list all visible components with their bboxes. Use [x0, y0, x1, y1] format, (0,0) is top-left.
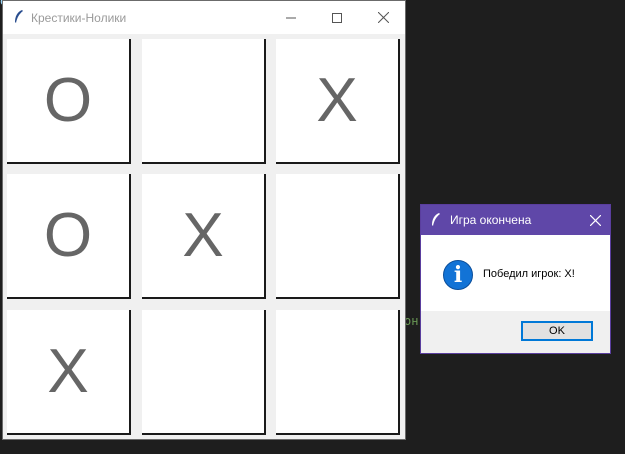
- close-icon: [377, 12, 389, 23]
- info-icon: i: [443, 260, 473, 290]
- cell-1-0[interactable]: O: [7, 174, 131, 299]
- feather-icon: [432, 213, 440, 226]
- game-window: Крестики-Нолики O X O X X: [2, 0, 406, 440]
- close-button[interactable]: [360, 1, 406, 34]
- cell-2-0[interactable]: X: [7, 310, 131, 435]
- dialog-title: Игра окончена: [450, 213, 532, 227]
- close-icon: [589, 214, 601, 226]
- cell-0-1[interactable]: [142, 39, 266, 164]
- cell-1-2[interactable]: [276, 174, 400, 299]
- feather-icon: [15, 10, 23, 23]
- cell-2-2[interactable]: [276, 310, 400, 435]
- cell-2-1[interactable]: [142, 310, 266, 435]
- dialog-close-button[interactable]: [580, 205, 610, 235]
- dialog-title-bar: Игра окончена: [421, 205, 610, 235]
- maximize-button[interactable]: [314, 1, 360, 34]
- cell-0-2[interactable]: X: [276, 39, 400, 164]
- ok-button[interactable]: OK: [521, 321, 593, 341]
- cell-1-1[interactable]: X: [142, 174, 266, 299]
- cell-0-0[interactable]: O: [7, 39, 131, 164]
- minimize-button[interactable]: [268, 1, 314, 34]
- dialog-message: Победил игрок: X!: [483, 268, 575, 280]
- minimize-icon: [286, 17, 296, 18]
- game-over-dialog: Игра окончена i Победил игрок: X! OK: [420, 204, 611, 354]
- background-code-fragment: он: [404, 314, 419, 328]
- dialog-footer: OK: [421, 311, 610, 353]
- window-title: Крестики-Нолики: [31, 11, 127, 25]
- maximize-icon: [332, 12, 342, 23]
- title-bar: Крестики-Нолики: [3, 1, 405, 34]
